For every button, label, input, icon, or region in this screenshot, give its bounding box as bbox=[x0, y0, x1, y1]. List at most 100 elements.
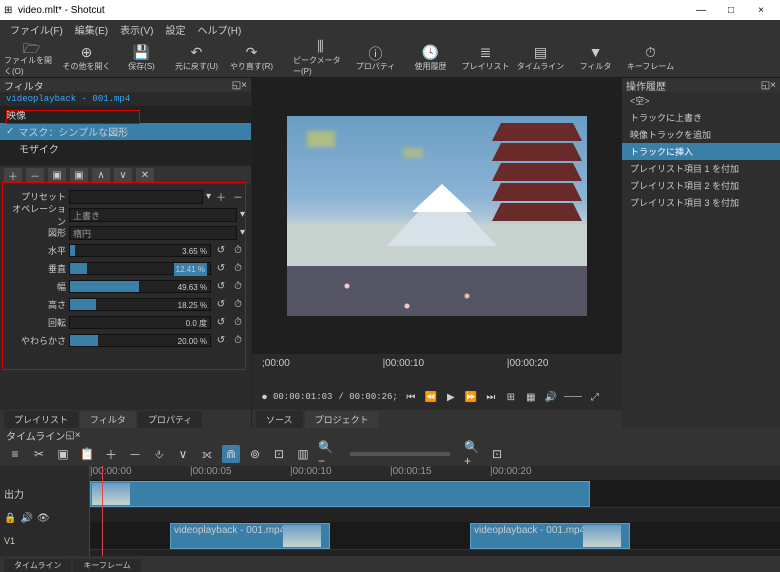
reset-icon[interactable]: ↺ bbox=[214, 335, 228, 346]
rotate-slider[interactable]: 0.0 度 bbox=[69, 316, 211, 329]
reset-icon[interactable]: ↺ bbox=[214, 281, 228, 292]
timecode-pos[interactable]: 00:00:01:03 bbox=[273, 392, 332, 402]
filter-remove-button[interactable]: － bbox=[26, 168, 44, 182]
tl-remove-button[interactable]: － bbox=[126, 445, 144, 463]
reset-icon[interactable]: ↺ bbox=[214, 263, 228, 274]
panel-close-icon[interactable]: × bbox=[75, 430, 81, 441]
hist-item[interactable]: 映像トラックを追加 bbox=[622, 126, 780, 143]
preset-add-button[interactable]: ＋ bbox=[214, 189, 228, 204]
filter-up-button[interactable]: ∧ bbox=[92, 168, 110, 182]
track-output[interactable] bbox=[90, 480, 780, 508]
tl-lift-button[interactable]: ∨ bbox=[174, 445, 192, 463]
tl-overwrite-button[interactable]: ⎀ bbox=[150, 445, 168, 463]
width-value[interactable]: 49.63 % bbox=[178, 281, 207, 294]
tab-timeline[interactable]: タイムライン bbox=[4, 559, 71, 572]
toolbar-8[interactable]: ≣プレイリスト bbox=[458, 42, 513, 74]
filter-copy-button[interactable]: ▣ bbox=[48, 168, 66, 182]
timeline-clip[interactable]: videoplayback - 001.mp4 bbox=[170, 523, 330, 549]
toolbar-2[interactable]: 💾保存(S) bbox=[114, 42, 169, 74]
vertical-slider[interactable]: 12.41 % bbox=[69, 262, 211, 275]
hist-item[interactable]: トラックに上書き bbox=[622, 109, 780, 126]
tab-properties[interactable]: プロパティ bbox=[138, 411, 202, 428]
hist-item[interactable]: プレイリスト項目 2 を付加 bbox=[622, 177, 780, 194]
vertical-value[interactable]: 12.41 % bbox=[174, 263, 207, 276]
panel-close-icon[interactable]: × bbox=[241, 80, 247, 91]
menu-file[interactable]: ファイル(F) bbox=[6, 21, 67, 38]
toolbar-4[interactable]: ↷やり直す(R) bbox=[224, 42, 279, 74]
play-button[interactable]: ▶ bbox=[444, 392, 458, 403]
tl-zoom-slider[interactable] bbox=[350, 452, 450, 456]
tl-zoom-out-button[interactable]: 🔍− bbox=[318, 445, 336, 463]
tl-split-button[interactable]: ⟗ bbox=[198, 445, 216, 463]
video-preview[interactable] bbox=[252, 78, 622, 354]
filter-down-button[interactable]: ∨ bbox=[114, 168, 132, 182]
minimize-button[interactable]: — bbox=[686, 5, 716, 16]
tab-keyframes[interactable]: キーフレーム bbox=[73, 559, 140, 572]
tl-menu-button[interactable]: ≡ bbox=[6, 445, 24, 463]
tl-append-button[interactable]: ＋ bbox=[102, 445, 120, 463]
toolbar-9[interactable]: ▤タイムライン bbox=[513, 42, 568, 74]
hist-item-selected[interactable]: トラックに挿入 bbox=[622, 143, 780, 160]
keyframe-icon[interactable]: ⏱ bbox=[231, 281, 245, 292]
filter-item-mosaic[interactable]: モザイク bbox=[0, 140, 251, 157]
filter-add-button[interactable]: ＋ bbox=[4, 168, 22, 182]
horizontal-value[interactable]: 3.65 % bbox=[182, 245, 207, 258]
fast-forward-button[interactable]: ⏩ bbox=[464, 392, 478, 403]
tl-ripple-button[interactable]: ⊡ bbox=[270, 445, 288, 463]
tab-filters[interactable]: フィルタ bbox=[80, 411, 136, 428]
keyframe-icon[interactable]: ⏱ bbox=[231, 299, 245, 310]
operation-select[interactable]: 上書き bbox=[69, 208, 237, 222]
reset-icon[interactable]: ↺ bbox=[214, 317, 228, 328]
tl-copy-button[interactable]: ▣ bbox=[54, 445, 72, 463]
tab-playlist[interactable]: プレイリスト bbox=[4, 411, 78, 428]
keyframe-icon[interactable]: ⏱ bbox=[231, 263, 245, 274]
toolbar-0[interactable]: 🗁ファイルを開く(O) bbox=[4, 36, 59, 79]
toolbar-6[interactable]: ⓘプロパティ bbox=[348, 42, 403, 74]
track-v1-header[interactable]: V1 bbox=[0, 530, 89, 552]
height-slider[interactable]: 18.25 % bbox=[69, 298, 211, 311]
menu-edit[interactable]: 編集(E) bbox=[71, 21, 112, 38]
close-button[interactable]: × bbox=[746, 5, 776, 16]
preset-select[interactable] bbox=[69, 190, 203, 204]
panel-close-icon[interactable]: × bbox=[770, 80, 776, 91]
filter-item-mask[interactable]: ✓マスク：シンプルな図形 bbox=[0, 123, 251, 140]
volume-button[interactable]: 🔊 bbox=[544, 392, 558, 403]
reset-icon[interactable]: ↺ bbox=[214, 245, 228, 256]
toolbar-1[interactable]: ⊕その他を開く bbox=[59, 42, 114, 74]
tl-paste-button[interactable]: 📋 bbox=[78, 445, 96, 463]
fullscreen-button[interactable]: ⤢ bbox=[588, 392, 602, 403]
dropdown-icon[interactable]: ▾ bbox=[240, 227, 245, 238]
tab-source[interactable]: ソース bbox=[256, 411, 303, 428]
zoom-button[interactable]: ⊞ bbox=[504, 392, 518, 403]
tl-zoom-in-button[interactable]: 🔍+ bbox=[464, 445, 482, 463]
track-v1[interactable]: videoplayback - 001.mp4 videoplayback - … bbox=[90, 522, 780, 550]
tl-scrub-button[interactable]: ⊚ bbox=[246, 445, 264, 463]
hist-item[interactable]: プレイリスト項目 1 を付加 bbox=[622, 160, 780, 177]
player-scrub-ruler[interactable]: ;00:00 |00:00:10 |00:00:20 bbox=[252, 354, 622, 384]
dropdown-icon[interactable]: ▾ bbox=[240, 209, 245, 220]
filter-clear-button[interactable]: ✕ bbox=[136, 168, 154, 182]
hist-empty[interactable]: <空> bbox=[622, 92, 780, 109]
panel-float-icon[interactable]: ◱ bbox=[232, 80, 241, 91]
height-value[interactable]: 18.25 % bbox=[178, 299, 207, 312]
tl-ripple-all-button[interactable]: ▥ bbox=[294, 445, 312, 463]
keyframe-icon[interactable]: ⏱ bbox=[231, 317, 245, 328]
toolbar-10[interactable]: ▼フィルタ bbox=[568, 42, 623, 74]
soft-slider[interactable]: 20.00 % bbox=[69, 334, 211, 347]
menu-help[interactable]: ヘルプ(H) bbox=[193, 21, 245, 38]
toolbar-11[interactable]: ⏱キーフレーム bbox=[623, 42, 678, 74]
track-lock-mute-hide[interactable]: 🔒🔊👁 bbox=[0, 507, 89, 530]
preset-remove-button[interactable]: － bbox=[231, 189, 245, 204]
width-slider[interactable]: 49.63 % bbox=[69, 280, 211, 293]
keyframe-icon[interactable]: ⏱ bbox=[231, 335, 245, 346]
maximize-button[interactable]: □ bbox=[716, 5, 746, 16]
tl-cut-button[interactable]: ✂ bbox=[30, 445, 48, 463]
filter-paste-button[interactable]: ▣ bbox=[70, 168, 88, 182]
toolbar-7[interactable]: 🕓使用履歴 bbox=[403, 42, 458, 74]
panel-float-icon[interactable]: ◱ bbox=[761, 80, 770, 91]
timeline-ruler[interactable]: |00:00:00 |00:00:05 |00:00:10 |00:00:15 … bbox=[90, 466, 780, 480]
skip-previous-button[interactable]: ⏮ bbox=[404, 392, 418, 403]
reset-icon[interactable]: ↺ bbox=[214, 299, 228, 310]
timeline-playhead[interactable] bbox=[102, 466, 103, 556]
tl-zoom-fit-button[interactable]: ⊡ bbox=[488, 445, 506, 463]
